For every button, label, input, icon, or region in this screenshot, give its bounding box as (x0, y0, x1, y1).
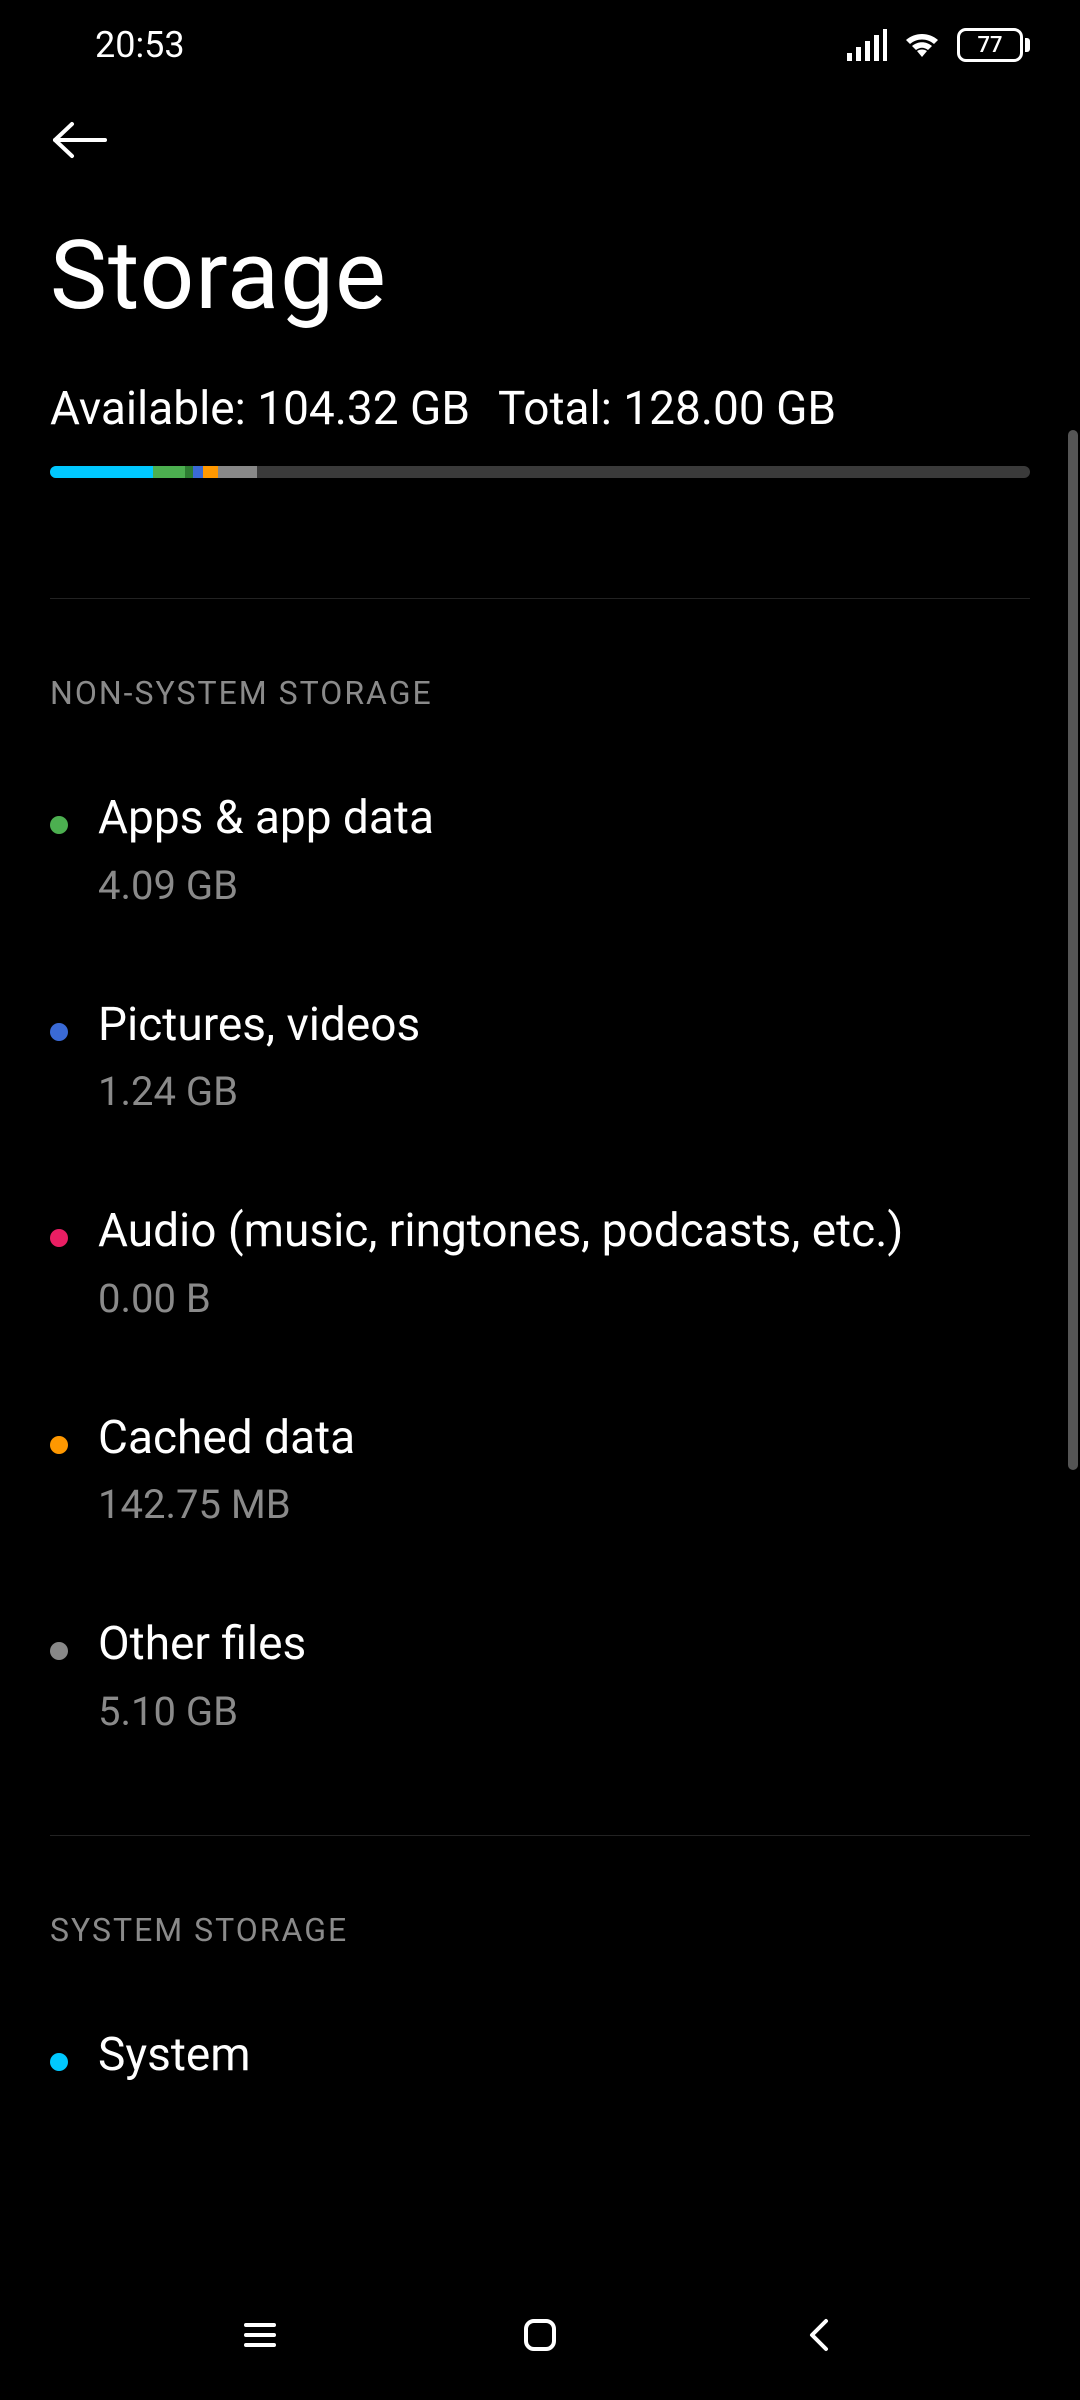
category-dot-icon (50, 1436, 68, 1454)
non-system-item[interactable]: Apps & app data 4.09 GB (0, 762, 1080, 969)
total-text: Total: 128.00 GB (498, 382, 836, 436)
scroll-indicator[interactable] (1068, 430, 1078, 1470)
non-system-item[interactable]: Cached data 142.75 MB (0, 1382, 1080, 1589)
item-title: System (98, 2027, 1030, 2085)
available-text: Available: 104.32 GB (50, 382, 470, 436)
non-system-item[interactable]: Audio (music, ringtones, podcasts, etc.)… (0, 1175, 1080, 1382)
item-size: 5.10 GB (98, 1688, 1030, 1735)
battery-icon: 77 (957, 28, 1030, 62)
category-dot-icon (50, 1229, 68, 1247)
item-title: Cached data (98, 1410, 1030, 1468)
category-dot-icon (50, 816, 68, 834)
progress-segment (50, 466, 153, 478)
progress-segment (203, 466, 218, 478)
non-system-item[interactable]: Other files 5.10 GB (0, 1588, 1080, 1795)
category-dot-icon (50, 1023, 68, 1041)
storage-summary: Available: 104.32 GB Total: 128.00 GB (0, 382, 1080, 478)
recents-button[interactable] (238, 2313, 282, 2357)
item-size: 1.24 GB (98, 1068, 1030, 1115)
home-button[interactable] (518, 2313, 562, 2357)
progress-segment (193, 466, 203, 478)
category-dot-icon (50, 1642, 68, 1660)
back-nav-button[interactable] (798, 2313, 842, 2357)
progress-segment (153, 466, 185, 478)
category-dot-icon (50, 2053, 68, 2071)
page-title: Storage (0, 190, 1080, 382)
storage-progress-bar (50, 466, 1030, 478)
battery-percent: 77 (977, 33, 1002, 58)
back-button[interactable] (50, 120, 1030, 160)
item-size: 4.09 GB (98, 862, 1030, 909)
progress-segment (218, 466, 257, 478)
item-title: Other files (98, 1616, 1030, 1674)
cellular-signal-icon (847, 29, 887, 61)
item-title: Apps & app data (98, 790, 1030, 848)
system-item[interactable]: System (0, 1999, 1080, 2145)
item-size: 142.75 MB (98, 1481, 1030, 1528)
item-title: Audio (music, ringtones, podcasts, etc.) (98, 1203, 1030, 1261)
wifi-icon (901, 29, 943, 61)
item-title: Pictures, videos (98, 997, 1030, 1055)
status-time: 20:53 (95, 24, 185, 66)
item-size: 0.00 B (98, 1275, 1030, 1322)
status-bar: 20:53 77 (0, 0, 1080, 80)
progress-segment (185, 466, 193, 478)
section-header-non-system: NON-SYSTEM STORAGE (0, 599, 1080, 762)
non-system-item[interactable]: Pictures, videos 1.24 GB (0, 969, 1080, 1176)
navigation-bar (0, 2270, 1080, 2400)
status-right: 77 (847, 28, 1030, 62)
section-header-system: SYSTEM STORAGE (0, 1836, 1080, 1999)
